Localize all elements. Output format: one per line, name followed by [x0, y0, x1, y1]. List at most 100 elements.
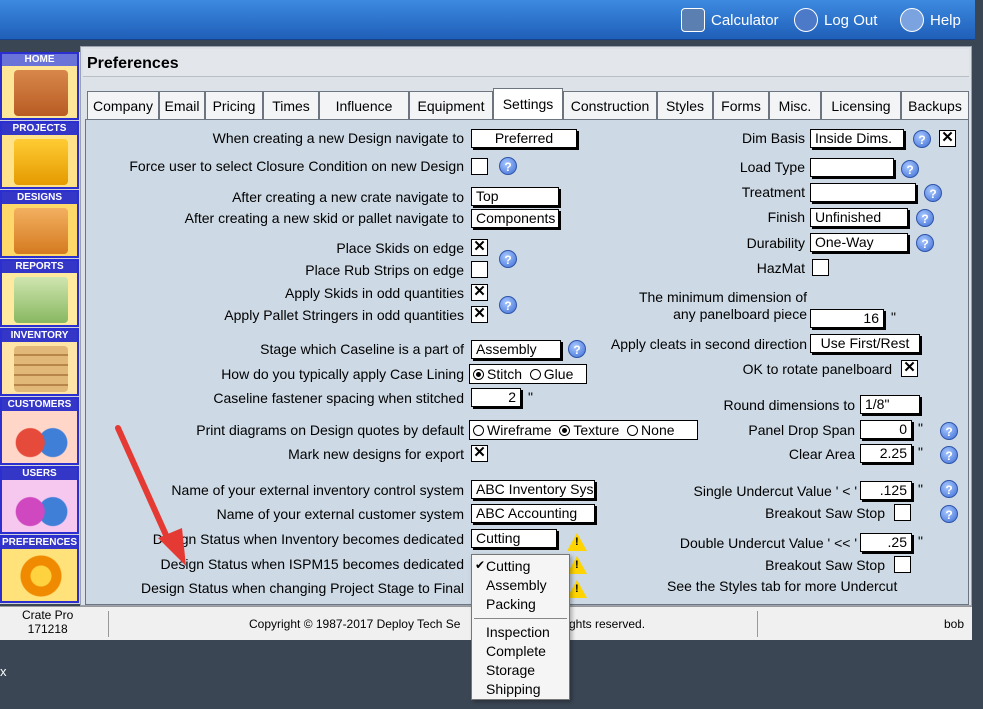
tab-construction[interactable]: Construction [563, 91, 657, 119]
tab-influence[interactable]: Influence [319, 91, 409, 119]
dropdown-item-assembly[interactable]: Assembly [486, 577, 547, 593]
clear-area-input[interactable]: 2.25 [860, 444, 912, 463]
help-icon[interactable]: ? [940, 505, 958, 523]
inv-sys-input[interactable]: ABC Inventory Sys [471, 480, 595, 499]
help-icon[interactable]: ? [940, 446, 958, 464]
help-icon[interactable]: ? [940, 422, 958, 440]
rub-strips-checkbox[interactable] [471, 261, 488, 278]
tab-times[interactable]: Times [263, 91, 319, 119]
help-icon[interactable]: ? [916, 209, 934, 227]
dropdown-item-complete[interactable]: Complete [486, 643, 546, 659]
stringers-odd-checkbox[interactable]: ✕ [471, 306, 488, 323]
double-uc-unit: " [918, 533, 923, 549]
drop-span-label: Panel Drop Span [748, 422, 855, 438]
warning-glyph: ! [575, 559, 579, 571]
breakout-2-checkbox[interactable] [894, 556, 911, 573]
tab-equipment[interactable]: Equipment [409, 91, 493, 119]
rotate-label: OK to rotate panelboard [742, 361, 892, 377]
tab-label: Styles [665, 97, 705, 114]
load-type-select[interactable] [810, 158, 894, 177]
nav-skid-select[interactable]: Components [471, 209, 559, 228]
single-uc-input[interactable]: .125 [860, 481, 912, 500]
tab-company[interactable]: Company [87, 91, 159, 119]
help-icon[interactable]: ? [499, 157, 517, 175]
sidebar-item-preferences[interactable]: PREFERENCES [0, 535, 79, 603]
diagram-wireframe-option[interactable]: Wireframe [473, 422, 552, 438]
export-checkbox[interactable]: ✕ [471, 445, 488, 462]
closure-checkbox[interactable] [471, 158, 488, 175]
dropdown-item-cutting[interactable]: Cutting [486, 558, 530, 574]
double-uc-input[interactable]: .25 [860, 533, 912, 552]
stage-select[interactable]: Assembly [471, 340, 561, 359]
min-dim-input[interactable]: 16 [810, 309, 884, 328]
finish-select[interactable]: Unfinished [810, 208, 908, 227]
calculator-button[interactable]: Calculator [681, 8, 779, 32]
tab-misc[interactable]: Misc. [769, 91, 821, 119]
help-icon[interactable]: ? [913, 130, 931, 148]
sidebar-item-reports[interactable]: REPORTS [0, 259, 79, 327]
sidebar-item-customers[interactable]: CUSTOMERS [0, 397, 79, 465]
tab-backups[interactable]: Backups [901, 91, 969, 119]
cleats-select[interactable]: Use First/Rest [810, 334, 920, 353]
gears-icon [14, 553, 68, 599]
rights-text: ghts reserved. [569, 617, 646, 631]
dropdown-item-inspection[interactable]: Inspection [486, 624, 550, 640]
help-icon [900, 8, 924, 32]
sidebar-item-users[interactable]: USERS [0, 466, 79, 534]
dropdown-item-packing[interactable]: Packing [486, 596, 536, 612]
sidebar-item-projects[interactable]: PROJECTS [0, 121, 79, 189]
sidebar: HOME PROJECTS DESIGNS REPORTS INVENTORY … [0, 52, 80, 604]
help-icon[interactable]: ? [499, 296, 517, 314]
tab-email[interactable]: Email [159, 91, 205, 119]
sidebar-item-designs[interactable]: DESIGNS [0, 190, 79, 258]
round-select[interactable]: 1/8" [860, 395, 920, 414]
breakout-1-checkbox[interactable] [894, 504, 911, 521]
dropdown-item-shipping[interactable]: Shipping [486, 681, 541, 697]
help-icon[interactable]: ? [916, 234, 934, 252]
help-icon[interactable]: ? [924, 184, 942, 202]
tab-forms[interactable]: Forms [713, 91, 769, 119]
cust-sys-input[interactable]: ABC Accounting [471, 504, 595, 523]
logout-button[interactable]: Log Out [794, 8, 877, 32]
tab-label: Equipment [417, 97, 485, 114]
app-name: Crate Pro [22, 608, 74, 622]
help-icon[interactable]: ? [901, 160, 919, 178]
tab-styles[interactable]: Styles [657, 91, 713, 119]
sidebar-item-home[interactable]: HOME [0, 52, 79, 120]
radio-label: Glue [543, 366, 574, 382]
treatment-select[interactable] [810, 183, 916, 202]
fastener-input[interactable]: 2 [471, 388, 521, 407]
divider [108, 611, 109, 637]
skids-odd-checkbox[interactable]: ✕ [471, 284, 488, 301]
dropdown-item-storage[interactable]: Storage [486, 662, 535, 678]
hazmat-checkbox[interactable] [812, 259, 829, 276]
reports-icon [14, 277, 68, 323]
tab-licensing[interactable]: Licensing [821, 91, 901, 119]
skids-edge-checkbox[interactable]: ✕ [471, 239, 488, 256]
drop-span-input[interactable]: 0 [860, 420, 912, 439]
tab-pricing[interactable]: Pricing [205, 91, 263, 119]
nav-crate-select[interactable]: Top [471, 187, 559, 206]
status-inv-select[interactable]: Cutting [471, 529, 557, 548]
diagram-none-option[interactable]: None [627, 422, 675, 438]
sidebar-item-inventory[interactable]: INVENTORY [0, 328, 79, 396]
crate-icon [14, 208, 68, 254]
rotate-checkbox[interactable]: ✕ [901, 360, 918, 377]
help-icon[interactable]: ? [568, 340, 586, 358]
customers-icon [14, 415, 68, 461]
diagram-texture-option[interactable]: Texture [559, 422, 619, 438]
durability-select[interactable]: One-Way [810, 233, 908, 252]
treatment-label: Treatment [741, 184, 805, 200]
help-button[interactable]: Help [900, 8, 961, 32]
lining-glue-option[interactable]: Glue [529, 366, 574, 382]
tab-settings[interactable]: Settings [493, 88, 563, 119]
help-icon[interactable]: ? [940, 480, 958, 498]
tab-label: Company [93, 97, 153, 114]
help-icon[interactable]: ? [499, 250, 517, 268]
dropdown-separator [474, 618, 567, 619]
nav-design-select[interactable]: Preferred [471, 129, 577, 148]
dim-basis-select[interactable]: Inside Dims. [810, 129, 904, 148]
min-dim-unit: " [891, 309, 896, 325]
lining-stitch-option[interactable]: Stitch [473, 366, 522, 382]
dim-basis-checkbox[interactable]: ✕ [939, 130, 956, 147]
